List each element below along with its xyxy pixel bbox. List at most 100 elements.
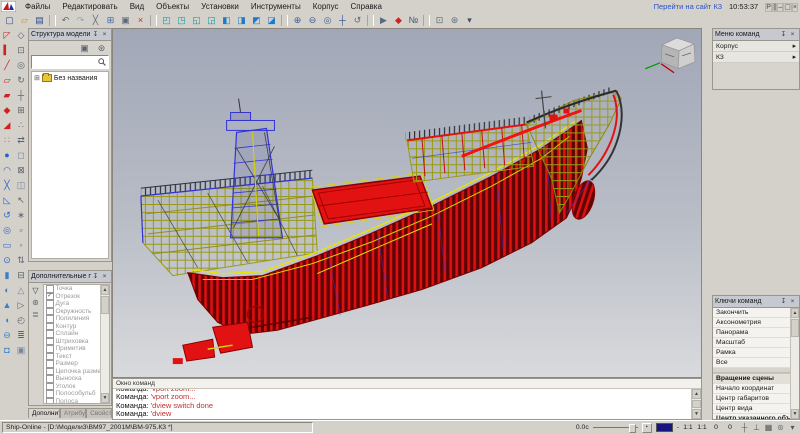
help-button[interactable]: Р	[765, 3, 772, 12]
status-more-icon[interactable]: ▾	[787, 422, 798, 433]
ellipse-tool-icon[interactable]: ⊙	[1, 253, 14, 268]
checkbox[interactable]	[46, 338, 54, 346]
scroll-down-icon[interactable]: ▼	[101, 393, 109, 403]
scroll-up-icon[interactable]: ▲	[791, 308, 799, 318]
checkbox[interactable]	[46, 383, 54, 391]
transform-tool-icon[interactable]: ◇	[15, 28, 28, 43]
site-link[interactable]: Перейти на сайт К3	[654, 2, 722, 11]
pan-icon[interactable]: ┼	[335, 14, 350, 27]
close-icon[interactable]: ×	[100, 272, 109, 281]
scale-value[interactable]: 1:1	[683, 424, 693, 431]
checkbox[interactable]	[46, 315, 54, 323]
dot-tool-icon[interactable]: ◦	[15, 238, 28, 253]
rotate-view-icon[interactable]: ↺	[350, 14, 365, 27]
scroll-down-icon[interactable]: ▼	[692, 409, 701, 419]
torus-tool-icon[interactable]: ⊖	[1, 328, 14, 343]
point-tool-icon[interactable]: ●	[1, 148, 14, 163]
arc-tool-icon[interactable]: ◠	[1, 163, 14, 178]
cone-tool-icon[interactable]: ▲	[1, 298, 14, 313]
paste-icon[interactable]: ▣	[118, 14, 133, 27]
command-key-3[interactable]: Масштаб	[713, 338, 791, 348]
hemisphere-tool-icon[interactable]: ◖	[1, 313, 14, 328]
redo-icon[interactable]: ↷	[73, 14, 88, 27]
tree-root-node[interactable]: ⊞ Без названия	[34, 74, 106, 82]
align-tool-icon[interactable]: ⊡	[15, 43, 28, 58]
minus-box-tool-icon[interactable]: ⊟	[15, 268, 28, 283]
scroll-thumb[interactable]	[791, 319, 799, 337]
view-dimetric-icon[interactable]: ◪	[264, 14, 279, 27]
view-left-icon[interactable]: ◱	[189, 14, 204, 27]
checkbox[interactable]	[46, 360, 54, 368]
command-key-5[interactable]: Все	[713, 358, 791, 368]
view-right-icon[interactable]: ◲	[204, 14, 219, 27]
triangle-tool-icon[interactable]: ◺	[1, 193, 14, 208]
command-menu-item-1[interactable]: К3▸	[713, 52, 799, 63]
new-file-icon[interactable]: ▢	[2, 14, 17, 27]
menu-item-1[interactable]: Редактировать	[56, 2, 123, 11]
filter-list-icon[interactable]: ≣	[30, 309, 42, 321]
cross-tool-icon[interactable]: ┼	[15, 88, 28, 103]
search-icon[interactable]	[98, 58, 106, 66]
menu-item-7[interactable]: Справка	[345, 2, 388, 11]
toolbar-settings-icon[interactable]: ⊛	[447, 14, 462, 27]
polyline-tool-icon[interactable]: ╳	[1, 178, 14, 193]
checkbox[interactable]: ✓	[46, 293, 54, 301]
view-iso-icon[interactable]: ◩	[249, 14, 264, 27]
checkbox[interactable]	[46, 398, 54, 405]
numbering-icon[interactable]: №	[406, 14, 421, 27]
checkbox[interactable]	[46, 353, 54, 361]
scroll-thumb[interactable]	[692, 400, 701, 408]
scroll-up-icon[interactable]: ▲	[101, 285, 109, 295]
slider-handle[interactable]	[629, 424, 636, 433]
frame-tool-icon[interactable]: ◸	[1, 28, 14, 43]
rect-tool-icon[interactable]: ▭	[1, 238, 14, 253]
tri-tool-icon[interactable]: △	[15, 283, 28, 298]
pin-icon[interactable]: ↧	[779, 297, 788, 306]
command-key-8[interactable]: Начало координат	[713, 384, 791, 394]
save-file-icon[interactable]: ▤	[32, 14, 47, 27]
grid-icon[interactable]: ▦	[763, 422, 774, 433]
axes-icon[interactable]: ⊥	[751, 422, 762, 433]
status-settings-icon[interactable]: ⊛	[775, 422, 786, 433]
menu-item-6[interactable]: Корпус	[307, 2, 345, 11]
scroll-thumb[interactable]	[101, 296, 109, 314]
pin-icon[interactable]: ↧	[91, 272, 100, 281]
move-tool-icon[interactable]: ↖	[15, 193, 28, 208]
corner-tool-icon[interactable]: ◢	[1, 118, 14, 133]
profile-tool-icon[interactable]: ▍	[1, 43, 14, 58]
dock-tab-2[interactable]: Свойства	[86, 408, 112, 418]
search-input[interactable]	[34, 58, 98, 67]
maximize-button[interactable]: ▢	[783, 3, 792, 12]
menu-item-3[interactable]: Объекты	[150, 2, 195, 11]
checkbox[interactable]	[46, 300, 54, 308]
view-back-icon[interactable]: ◳	[174, 14, 189, 27]
close-icon[interactable]: ×	[788, 297, 797, 306]
active-color-swatch[interactable]	[656, 423, 673, 432]
scroll-down-icon[interactable]: ▼	[791, 409, 799, 419]
checkbox[interactable]	[46, 285, 54, 293]
view-bottom-icon[interactable]: ◨	[234, 14, 249, 27]
copy-icon[interactable]: ⊞	[103, 14, 118, 27]
play-tool-icon[interactable]: ▷	[15, 298, 28, 313]
zoom-value[interactable]: 1:1	[697, 424, 707, 431]
swap-tool-icon[interactable]: ⇄	[15, 133, 28, 148]
dock-tab-1[interactable]: Атрибуты	[60, 408, 86, 418]
scroll-up-icon[interactable]: ▲	[692, 389, 701, 399]
close-button[interactable]: ×	[792, 3, 798, 12]
command-prompt[interactable]: Опорная точка просмотра:	[116, 419, 692, 420]
command-key-1[interactable]: Аксонометрия	[713, 318, 791, 328]
collapse-tree-icon[interactable]: ▣	[77, 42, 92, 55]
refresh-tool-icon[interactable]: ↻	[15, 73, 28, 88]
command-key-11[interactable]: Центр указанного объекта	[713, 414, 791, 419]
command-scrollbar[interactable]: ▲ ▼	[691, 389, 701, 419]
small-rect-tool-icon[interactable]: ▫	[15, 223, 28, 238]
animation-slider[interactable]	[593, 423, 638, 432]
panel-splitter[interactable]	[28, 262, 112, 270]
checkbox[interactable]	[46, 345, 54, 353]
command-key-2[interactable]: Панорама	[713, 328, 791, 338]
dock-tab-0[interactable]: Дополните...	[28, 408, 60, 418]
menu-item-0[interactable]: Файлы	[19, 2, 56, 11]
cut-icon[interactable]: ╳	[88, 14, 103, 27]
view-front-icon[interactable]: ◰	[159, 14, 174, 27]
checkbox[interactable]	[46, 323, 54, 331]
